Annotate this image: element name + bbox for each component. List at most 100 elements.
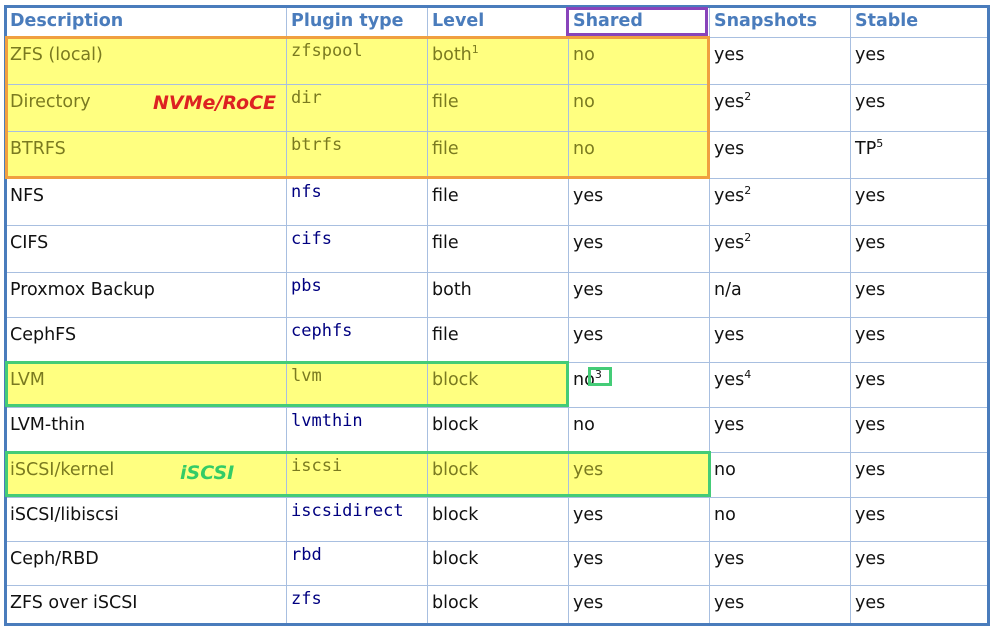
cell-plugin-type: nfs <box>291 182 322 202</box>
iscsi-label: iSCSI <box>180 462 235 484</box>
cell-description: iSCSI/libiscsi <box>10 505 119 525</box>
cell-snapshots: yes2 <box>714 231 751 253</box>
cell-stable: yes <box>855 505 885 525</box>
cell-level: block <box>432 593 478 613</box>
cell-snapshots: n/a <box>714 280 742 300</box>
green-box-lvm <box>5 361 569 407</box>
cell-shared: yes <box>573 233 603 253</box>
cell-shared: yes <box>573 325 603 345</box>
cell-level-text: file <box>432 325 459 345</box>
footnote-marker[interactable]: 2 <box>744 90 751 103</box>
cell-description-text: iSCSI/libiscsi <box>10 505 119 525</box>
cell-level: block <box>432 415 478 435</box>
cell-level: file <box>432 233 459 253</box>
cell-stable-text: yes <box>855 593 886 613</box>
cell-level-text: block <box>432 549 479 569</box>
cell-shared-text: yes <box>573 549 604 569</box>
cell-snapshots-text: yes <box>714 549 745 569</box>
cell-description-text: Ceph/RBD <box>10 549 99 569</box>
cell-shared: yes <box>573 186 603 206</box>
cell-level: block <box>432 549 478 569</box>
purple-box-shared-header <box>566 7 708 36</box>
cell-description: ZFS over iSCSI <box>10 593 137 613</box>
cell-description: NFS <box>10 186 44 206</box>
cell-snapshots: yes <box>714 549 744 569</box>
cell-shared-text: yes <box>573 280 604 300</box>
cell-stable: yes <box>855 415 885 435</box>
cell-shared: no <box>573 415 595 435</box>
cell-description-text: NFS <box>10 186 44 206</box>
header-snapshots: Snapshots <box>714 11 818 31</box>
header-plugin-type: Plugin type <box>291 11 404 31</box>
cell-level-text: block <box>432 505 479 525</box>
cell-shared: yes <box>573 549 603 569</box>
cell-plugin-type: pbs <box>291 276 322 296</box>
cell-stable: yes <box>855 460 885 480</box>
cell-shared: yes <box>573 505 603 525</box>
cell-shared-text: yes <box>573 233 604 253</box>
cell-description: LVM-thin <box>10 415 85 435</box>
cell-level-text: file <box>432 233 459 253</box>
cell-snapshots: yes2 <box>714 184 751 206</box>
cell-plugin-type-text: cephfs <box>291 321 353 341</box>
cell-plugin-type-text: zfs <box>291 589 322 609</box>
cell-snapshots-text: yes <box>714 325 745 345</box>
cell-description-text: Proxmox Backup <box>10 280 155 300</box>
cell-plugin-type-text: rbd <box>291 545 322 565</box>
green-box-iscsi <box>5 451 711 497</box>
cell-snapshots-text: n/a <box>714 280 742 300</box>
cell-snapshots-text: yes <box>714 92 745 112</box>
cell-plugin-type: rbd <box>291 545 322 565</box>
cell-snapshots: no <box>714 505 736 525</box>
cell-snapshots-text: yes <box>714 415 745 435</box>
cell-snapshots: yes <box>714 45 744 65</box>
cell-stable-text: yes <box>855 92 886 112</box>
cell-shared-text: yes <box>573 505 604 525</box>
cell-stable-text: yes <box>855 325 886 345</box>
cell-plugin-type-text: cifs <box>291 229 332 249</box>
cell-description: CIFS <box>10 233 48 253</box>
cell-snapshots: yes <box>714 325 744 345</box>
cell-plugin-type: cifs <box>291 229 332 249</box>
header-description: Description <box>10 11 124 31</box>
cell-plugin-type: lvmthin <box>291 411 363 431</box>
cell-plugin-type-text: nfs <box>291 182 322 202</box>
footnote-marker[interactable]: 5 <box>876 137 883 150</box>
cell-shared: yes <box>573 593 603 613</box>
footnote-marker[interactable]: 2 <box>744 184 751 197</box>
cell-description-text: ZFS over iSCSI <box>10 593 138 613</box>
nvme-roce-label: NVMe/RoCE <box>153 92 276 114</box>
cell-stable-text: yes <box>855 45 886 65</box>
cell-stable-text: yes <box>855 415 886 435</box>
cell-shared-text: no <box>573 415 595 435</box>
cell-level: both <box>432 280 472 300</box>
cell-level-text: file <box>432 186 459 206</box>
cell-snapshots-text: no <box>714 505 736 525</box>
cell-level-text: block <box>432 415 479 435</box>
footnote-marker[interactable]: 4 <box>744 368 751 381</box>
cell-plugin-type-text: lvmthin <box>291 411 363 431</box>
cell-stable: yes <box>855 45 885 65</box>
cell-description-text: CephFS <box>10 325 77 345</box>
cell-snapshots-text: yes <box>714 593 745 613</box>
cell-stable-text: yes <box>855 280 886 300</box>
cell-snapshots: no <box>714 460 736 480</box>
orange-box-local-storage <box>5 36 710 179</box>
cell-description-text: LVM-thin <box>10 415 86 435</box>
cell-stable-text: yes <box>855 460 886 480</box>
footnote-marker[interactable]: 2 <box>744 231 751 244</box>
cell-snapshots: yes2 <box>714 90 751 112</box>
header-stable: Stable <box>855 11 919 31</box>
cell-snapshots: yes4 <box>714 368 751 390</box>
cell-stable: yes <box>855 280 885 300</box>
cell-stable-text: TP <box>855 139 877 159</box>
cell-stable-text: yes <box>855 233 886 253</box>
cell-stable: yes <box>855 370 885 390</box>
cell-snapshots-text: yes <box>714 139 745 159</box>
cell-stable-text: yes <box>855 370 886 390</box>
cell-description: CephFS <box>10 325 76 345</box>
cell-shared: yes <box>573 280 603 300</box>
cell-stable: yes <box>855 593 885 613</box>
cell-shared-text: yes <box>573 186 604 206</box>
cell-level: block <box>432 505 478 525</box>
